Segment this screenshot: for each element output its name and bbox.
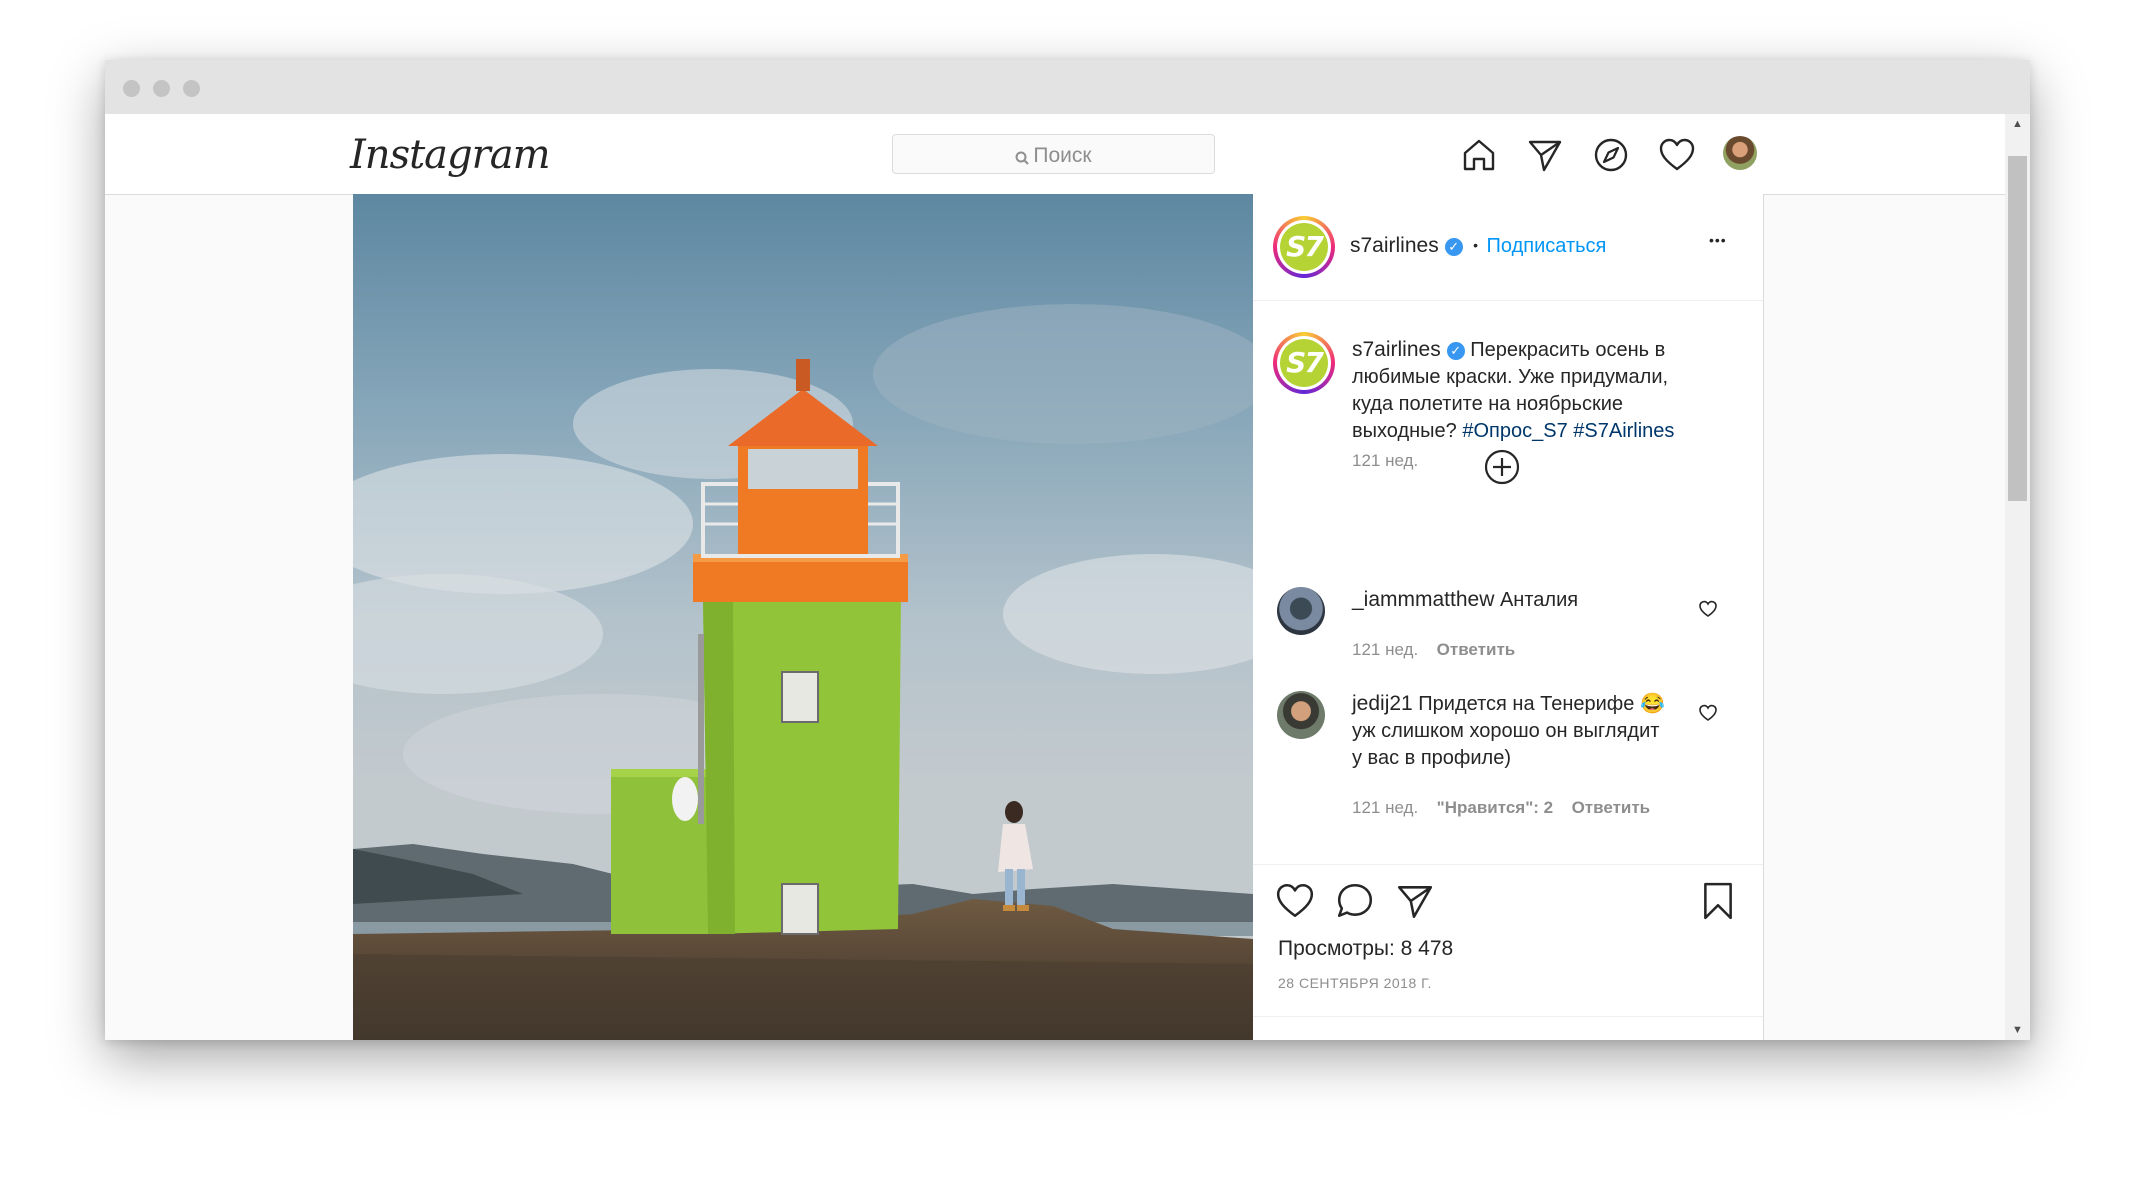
- comment-time: 121 нед.: [1352, 798, 1419, 817]
- scroll-up-arrow[interactable]: ▲: [2005, 114, 2030, 134]
- comment-time: 121 нед.: [1352, 640, 1419, 659]
- minimize-window-dot[interactable]: [153, 80, 170, 97]
- post-photo-lighthouse[interactable]: [353, 194, 1253, 1040]
- like-icon[interactable]: [1275, 881, 1315, 921]
- save-icon[interactable]: [1698, 881, 1738, 921]
- hashtag-link[interactable]: #S7Airlines: [1573, 420, 1674, 442]
- post-header: S7 s7airlines ✓ • Подписаться •••: [1253, 194, 1763, 301]
- page-viewport: Instagram Поиск S7 s7airlines ✓ • Подпис…: [105, 114, 2005, 1040]
- share-icon[interactable]: [1395, 881, 1435, 921]
- profile-avatar[interactable]: [1723, 136, 1757, 170]
- comment-like-icon[interactable]: [1698, 703, 1718, 723]
- top-navbar: Instagram Поиск: [105, 114, 2005, 195]
- comment-like-icon[interactable]: [1698, 599, 1718, 619]
- verified-icon: ✓: [1444, 238, 1463, 256]
- more-options-icon[interactable]: •••: [1709, 232, 1727, 248]
- home-icon[interactable]: [1460, 136, 1498, 174]
- account-avatar[interactable]: S7: [1273, 216, 1335, 278]
- verified-icon: ✓: [1446, 342, 1465, 360]
- comment-icon[interactable]: [1335, 881, 1375, 921]
- reply-button[interactable]: Ответить: [1437, 640, 1516, 659]
- vertical-scrollbar[interactable]: ▲ ▼: [2005, 114, 2030, 1040]
- caption-username[interactable]: s7airlines: [1352, 338, 1441, 361]
- account-username[interactable]: s7airlines: [1350, 234, 1439, 257]
- close-window-dot[interactable]: [123, 80, 140, 97]
- commenter-avatar[interactable]: [1277, 691, 1325, 739]
- post-sidebar: S7 s7airlines ✓ • Подписаться ••• S7 s7ai…: [1253, 194, 1763, 1040]
- views-count[interactable]: Просмотры: 8 478: [1278, 937, 1453, 961]
- comment: jedij21 Придется на Тенерифе 😂 уж слишко…: [1352, 690, 1672, 772]
- activity-heart-icon[interactable]: [1658, 136, 1696, 174]
- browser-window: Instagram Поиск S7 s7airlines ✓ • Подпис…: [105, 60, 2030, 1040]
- comment-username[interactable]: jedij21: [1352, 692, 1413, 715]
- title-bar: [105, 60, 2030, 114]
- post-caption: s7airlines ✓ Перекрасить осень в любимые …: [1352, 336, 1712, 445]
- reply-button[interactable]: Ответить: [1572, 798, 1651, 817]
- commenter-avatar[interactable]: [1277, 587, 1325, 635]
- search-placeholder: Поиск: [1033, 144, 1092, 167]
- maximize-window-dot[interactable]: [183, 80, 200, 97]
- post-actions: Просмотры: 8 478 28 СЕНТЯБРЯ 2018 Г.: [1253, 864, 1763, 1040]
- add-comment-icon[interactable]: [1483, 448, 1521, 486]
- post-card: S7 s7airlines ✓ • Подписаться ••• S7 s7ai…: [353, 194, 1764, 1040]
- instagram-logo[interactable]: Instagram: [350, 132, 551, 178]
- comment-username[interactable]: _iammmatthew: [1352, 588, 1494, 611]
- direct-icon[interactable]: [1526, 136, 1564, 174]
- search-input[interactable]: Поиск: [892, 134, 1215, 174]
- scroll-thumb[interactable]: [2008, 156, 2027, 501]
- caption-avatar[interactable]: S7: [1273, 332, 1335, 394]
- comment-likes[interactable]: "Нравится": 2: [1437, 798, 1553, 817]
- explore-icon[interactable]: [1592, 136, 1630, 174]
- divider: [1253, 1016, 1763, 1017]
- follow-button[interactable]: Подписаться: [1487, 235, 1607, 257]
- hashtag-link[interactable]: #Опрос_S7: [1462, 420, 1567, 442]
- scroll-down-arrow[interactable]: ▼: [2005, 1020, 2030, 1040]
- post-date[interactable]: 28 СЕНТЯБРЯ 2018 Г.: [1278, 975, 1432, 991]
- comment-text: Анталия: [1499, 589, 1579, 611]
- comment: _iammmatthew Анталия: [1352, 586, 1672, 614]
- search-icon: [1015, 151, 1030, 165]
